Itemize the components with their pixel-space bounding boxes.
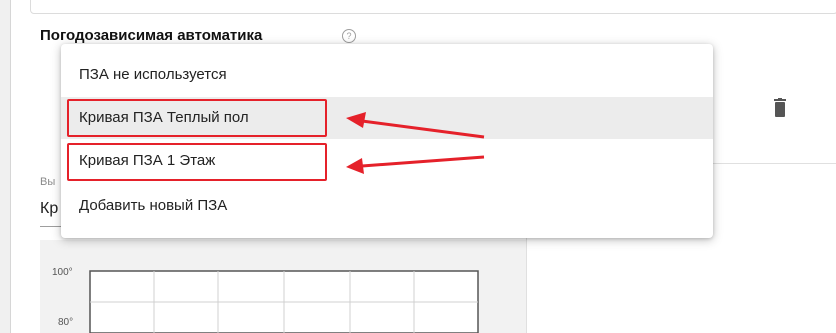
trash-icon[interactable] <box>772 98 788 118</box>
curve-select[interactable]: Кр <box>40 200 62 218</box>
option-not-used[interactable]: ПЗА не используется <box>61 54 713 96</box>
y-tick-label: 100° <box>52 267 73 278</box>
option-label: ПЗА не используется <box>79 66 227 83</box>
y-tick-label: 80° <box>58 317 73 328</box>
highlight-box <box>67 143 327 181</box>
option-add-new[interactable]: Добавить новый ПЗА <box>61 185 713 227</box>
top-input-field[interactable] <box>30 0 836 14</box>
curve-dropdown-menu: ПЗА не используется Кривая ПЗА Теплый по… <box>61 44 713 238</box>
option-label: Добавить новый ПЗА <box>79 197 228 214</box>
help-icon[interactable]: ? <box>342 29 356 43</box>
highlight-box <box>67 99 327 137</box>
select-label: Вы <box>40 176 56 188</box>
section-title: Погодозависимая автоматика <box>40 27 263 44</box>
chart-svg: 100° 80° <box>52 267 479 333</box>
curve-chart: 100° 80° <box>40 240 526 333</box>
